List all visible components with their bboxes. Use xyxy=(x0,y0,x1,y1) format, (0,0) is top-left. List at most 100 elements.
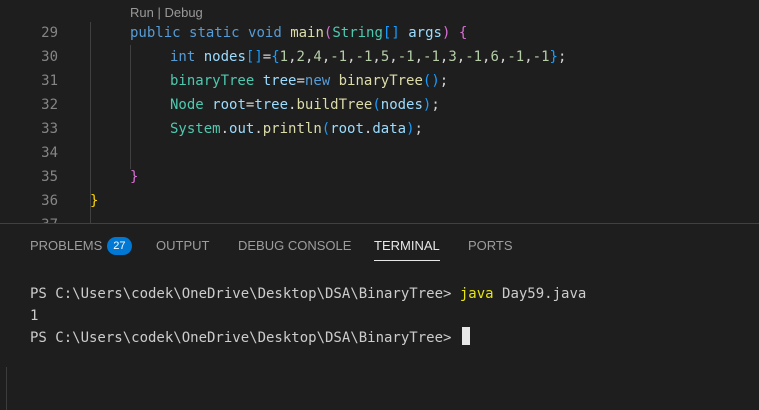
codelens-debug-link[interactable]: Debug xyxy=(164,5,202,20)
code-token: ; xyxy=(414,121,423,137)
code-token: new xyxy=(304,73,331,89)
tab-problems-label: PROBLEMS xyxy=(30,238,103,253)
terminal-output-text: 1 xyxy=(30,308,39,324)
panel-tabs: PROBLEMS 27 OUTPUT DEBUG CONSOLE TERMINAL… xyxy=(0,224,759,268)
code-token: -1 xyxy=(532,49,550,65)
terminal-line: 1 xyxy=(30,305,586,327)
code-token: root xyxy=(212,97,246,113)
terminal-line: PS C:\Users\codek\OneDrive\Desktop\DSA\B… xyxy=(30,283,586,305)
code-token: ) xyxy=(406,121,415,137)
code-text: } xyxy=(90,190,98,213)
panel-divider xyxy=(6,367,7,410)
tab-output[interactable]: OUTPUT xyxy=(156,224,209,268)
code-token: } xyxy=(130,169,139,185)
code-token: -1 xyxy=(355,49,373,65)
code-token: out xyxy=(229,121,255,137)
code-line: 32 Node root=tree.buildTree(nodes); xyxy=(0,94,759,117)
code-token: 4 xyxy=(313,49,322,65)
code-line: 35} xyxy=(0,166,759,189)
code-token: ; xyxy=(431,97,440,113)
codelens: Run | Debug xyxy=(130,4,203,22)
terminal-args: Day59.java xyxy=(493,286,587,302)
line-number: 35 xyxy=(41,169,58,185)
code-token: tree xyxy=(262,73,297,89)
code-token: data xyxy=(372,121,407,137)
terminal-prompt: PS C:\Users\codek\OneDrive\Desktop\DSA\B… xyxy=(30,286,460,302)
code-token: 3 xyxy=(448,49,457,65)
code-token: static xyxy=(189,25,240,41)
code-token: public xyxy=(130,25,181,41)
line-number: 30 xyxy=(41,49,58,65)
line-number: 37 xyxy=(0,214,58,223)
code-token: buildTree xyxy=(296,97,373,113)
code-token: -1 xyxy=(465,49,483,65)
line-number: 31 xyxy=(41,73,58,89)
code-line: 30 int nodes[]={1,2,4,-1,-1,5,-1,-1,3,-1,… xyxy=(0,46,759,69)
terminal-output[interactable]: PS C:\Users\codek\OneDrive\Desktop\DSA\B… xyxy=(30,283,586,349)
code-token: binaryTree xyxy=(170,73,255,89)
tab-debug-console[interactable]: DEBUG CONSOLE xyxy=(238,224,351,268)
code-token: = xyxy=(296,73,305,89)
code-token: } xyxy=(549,49,558,65)
code-token: ; xyxy=(557,49,567,65)
code-token: nodes xyxy=(203,49,246,65)
terminal-command: java xyxy=(459,286,494,302)
code-editor[interactable]: Run | Debug 29 public static void main(St… xyxy=(0,0,759,223)
code-token: root xyxy=(330,121,364,137)
code-token: -1 xyxy=(397,49,415,65)
line-number: 33 xyxy=(41,121,58,137)
code-token: ; xyxy=(439,73,449,89)
tab-ports[interactable]: PORTS xyxy=(468,224,513,268)
code-token: , xyxy=(524,49,533,65)
line-number: 36 xyxy=(41,193,58,209)
code-text: Node root=tree.buildTree(nodes); xyxy=(170,94,440,117)
code-text: binaryTree tree=new binaryTree(); xyxy=(170,70,448,93)
code-token: System xyxy=(170,121,221,137)
code-token: , xyxy=(288,49,297,65)
code-token: -1 xyxy=(330,49,348,65)
code-token: println xyxy=(262,121,322,137)
line-number: 32 xyxy=(41,97,58,113)
codelens-separator: | xyxy=(153,5,165,20)
code-token: = xyxy=(262,49,272,65)
code-text: public static void main(String[] args) { xyxy=(130,22,467,45)
code-token: -1 xyxy=(507,49,525,65)
code-token: 2 xyxy=(296,49,305,65)
tab-terminal[interactable]: TERMINAL xyxy=(374,224,440,268)
code-token: . xyxy=(254,121,263,137)
code-token: -1 xyxy=(423,49,440,65)
code-token: { xyxy=(271,49,280,65)
terminal-prompt: PS C:\Users\codek\OneDrive\Desktop\DSA\B… xyxy=(30,330,460,346)
code-token: ( xyxy=(372,97,381,113)
code-line: 31 binaryTree tree=new binaryTree(); xyxy=(0,70,759,93)
code-token: nodes xyxy=(380,97,423,113)
code-token: , xyxy=(456,49,466,65)
code-token: [] xyxy=(382,25,400,41)
code-token: [] xyxy=(245,49,263,65)
problems-count-badge: 27 xyxy=(107,237,132,255)
code-token: , xyxy=(414,49,424,65)
code-token: , xyxy=(389,49,398,65)
code-token: ( xyxy=(321,121,331,137)
code-text: System.out.println(root.data); xyxy=(170,118,423,141)
code-line: 33 System.out.println(root.data); xyxy=(0,118,759,141)
tab-problems[interactable]: PROBLEMS 27 xyxy=(30,224,132,268)
terminal-line: PS C:\Users\codek\OneDrive\Desktop\DSA\B… xyxy=(30,327,586,349)
code-token: int xyxy=(170,49,196,65)
code-line: 34 xyxy=(0,142,759,165)
code-token: main xyxy=(290,25,324,41)
code-text: int nodes[]={1,2,4,-1,-1,5,-1,-1,3,-1,6,… xyxy=(170,46,566,69)
code-token: . xyxy=(220,121,230,137)
code-token: , xyxy=(347,49,356,65)
codelens-run-link[interactable]: Run xyxy=(130,5,154,20)
code-token: binaryTree xyxy=(338,73,423,89)
code-token: String xyxy=(332,25,383,41)
code-token: Node xyxy=(170,97,204,113)
